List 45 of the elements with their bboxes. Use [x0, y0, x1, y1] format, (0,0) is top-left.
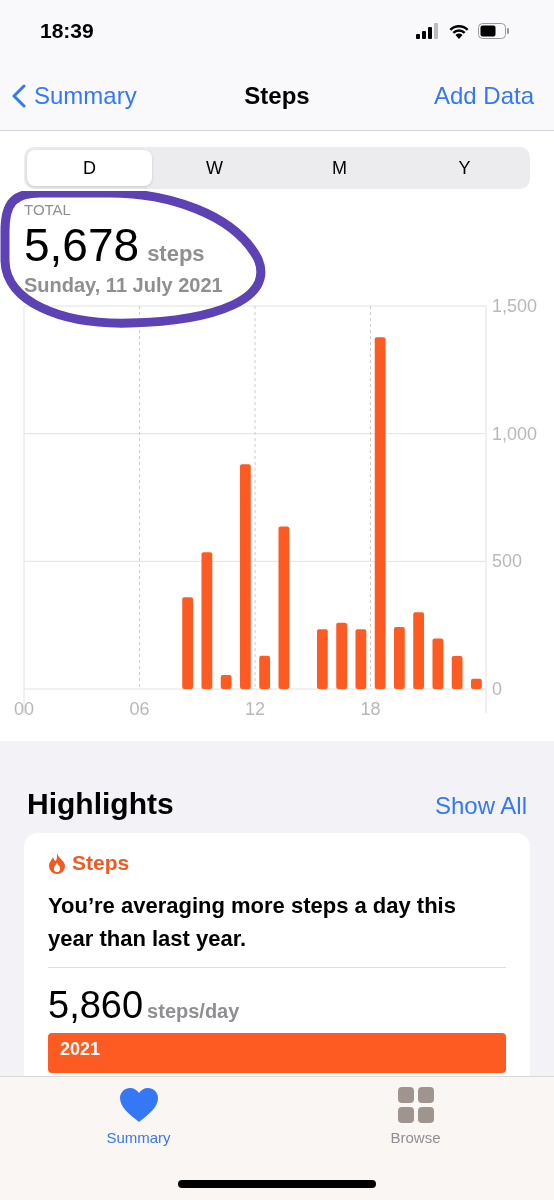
axis-label: 0 [492, 679, 502, 699]
segment-tab[interactable]: M [277, 150, 402, 186]
axis-label: 00 [14, 699, 34, 719]
chart-bar [355, 629, 367, 689]
battery-icon [478, 23, 510, 39]
chart-bar [432, 638, 444, 689]
flame-icon [48, 852, 66, 874]
chart-bar [394, 626, 405, 689]
category-label: Steps [72, 851, 130, 875]
axis-label: 1,000 [492, 423, 538, 444]
clock-time: 18:39 [40, 19, 94, 43]
axis-label: 1,500 [492, 297, 538, 316]
show-all-link[interactable]: Show All [434, 792, 527, 820]
axis-label: 18 [360, 699, 381, 719]
grid-icon [397, 1087, 434, 1123]
page-title: Steps [244, 82, 310, 109]
signal-icon [416, 23, 440, 39]
segment-tab[interactable]: W [152, 150, 277, 186]
axis-label: 12 [245, 699, 265, 719]
chart-bar [451, 656, 463, 689]
heart-icon [118, 1087, 159, 1123]
highlight-message: You’re averaging more steps a day this year than last year. [48, 892, 457, 953]
total-caption: TOTAL [24, 201, 72, 218]
year-bar: 2021 [48, 1033, 506, 1073]
average-value: 5,860 [48, 984, 144, 1027]
section-title: Highlights [27, 787, 174, 821]
tab-bar-item[interactable]: Summary [0, 1077, 277, 1200]
total-value: 5,678 [24, 218, 140, 272]
chart-bar [317, 629, 328, 689]
chart-bar [336, 622, 347, 689]
chart-bar [220, 674, 232, 689]
date-label: Sunday, 11 July 2021 [24, 274, 224, 297]
tab-bar-item[interactable]: Browse [277, 1077, 554, 1200]
wifi-icon [448, 23, 470, 39]
chart-bar [471, 678, 482, 689]
segment-tab[interactable]: D [27, 150, 152, 186]
axis-label: 06 [129, 699, 150, 719]
axis-label: 500 [492, 551, 523, 572]
add-data-button[interactable]: Add Data [433, 82, 534, 110]
unit-label: steps [147, 241, 205, 267]
segment-tab[interactable]: Y [402, 150, 527, 186]
back-button[interactable]: Summary [12, 82, 137, 110]
unit-label: steps/day [147, 1000, 240, 1023]
chart-bar [259, 655, 270, 689]
back-icon [12, 84, 26, 108]
